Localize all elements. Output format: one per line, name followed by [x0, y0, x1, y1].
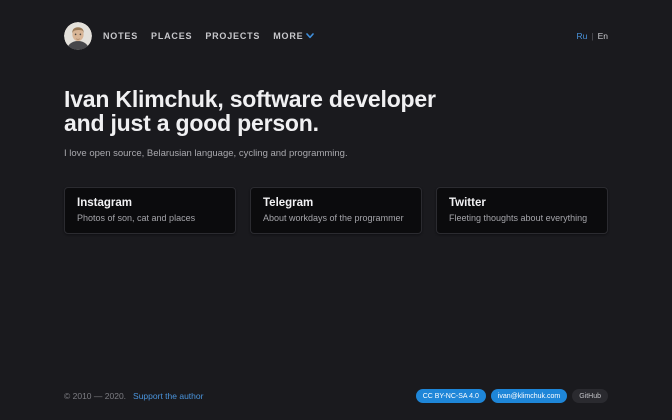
social-cards: Instagram Photos of son, cat and places …	[64, 187, 608, 234]
hero-subtitle: I love open source, Belarusian language,…	[64, 148, 608, 159]
github-badge[interactable]: GitHub	[572, 389, 608, 403]
lang-ru-link[interactable]: Ru	[577, 31, 588, 41]
card-instagram-description: Photos of son, cat and places	[77, 213, 223, 223]
card-telegram[interactable]: Telegram About workdays of the programme…	[250, 187, 422, 234]
avatar-photo	[64, 22, 92, 50]
email-badge[interactable]: ivan@klimchuk.com	[491, 389, 567, 403]
card-telegram-title: Telegram	[263, 197, 409, 209]
nav-item-notes[interactable]: Notes	[103, 31, 138, 41]
page-title: Ivan Klimchuk, software developer and ju…	[64, 88, 608, 135]
footer-badges: CC BY-NC-SA 4.0 ivan@klimchuk.com GitHub	[416, 389, 608, 403]
support-author-link[interactable]: Support the author	[133, 391, 203, 401]
avatar[interactable]	[64, 22, 92, 50]
card-twitter-title: Twitter	[449, 197, 595, 209]
copyright-text: © 2010 — 2020.	[64, 391, 126, 401]
footer-left: © 2010 — 2020. Support the author	[64, 391, 203, 401]
chevron-down-icon	[306, 33, 314, 39]
header: Notes Places Projects More Ru | En	[64, 22, 608, 50]
nav-item-more-label: More	[273, 31, 303, 41]
card-instagram-title: Instagram	[77, 197, 223, 209]
card-twitter[interactable]: Twitter Fleeting thoughts about everythi…	[436, 187, 608, 234]
page-title-line-1: Ivan Klimchuk, software developer	[64, 88, 608, 112]
card-instagram[interactable]: Instagram Photos of son, cat and places	[64, 187, 236, 234]
card-telegram-description: About workdays of the programmer	[263, 213, 409, 223]
language-switcher: Ru | En	[577, 31, 609, 41]
card-twitter-description: Fleeting thoughts about everything	[449, 213, 595, 223]
main-nav: Notes Places Projects More	[103, 31, 314, 41]
lang-en-current[interactable]: En	[598, 31, 608, 41]
footer: © 2010 — 2020. Support the author CC BY-…	[64, 389, 608, 403]
page: Notes Places Projects More Ru | En Ivan …	[0, 0, 672, 420]
lang-separator: |	[591, 31, 593, 41]
page-title-line-2: and just a good person.	[64, 112, 608, 136]
nav-item-projects[interactable]: Projects	[205, 31, 260, 41]
nav-item-more[interactable]: More	[273, 31, 314, 41]
license-badge[interactable]: CC BY-NC-SA 4.0	[416, 389, 486, 403]
nav-item-places[interactable]: Places	[151, 31, 192, 41]
